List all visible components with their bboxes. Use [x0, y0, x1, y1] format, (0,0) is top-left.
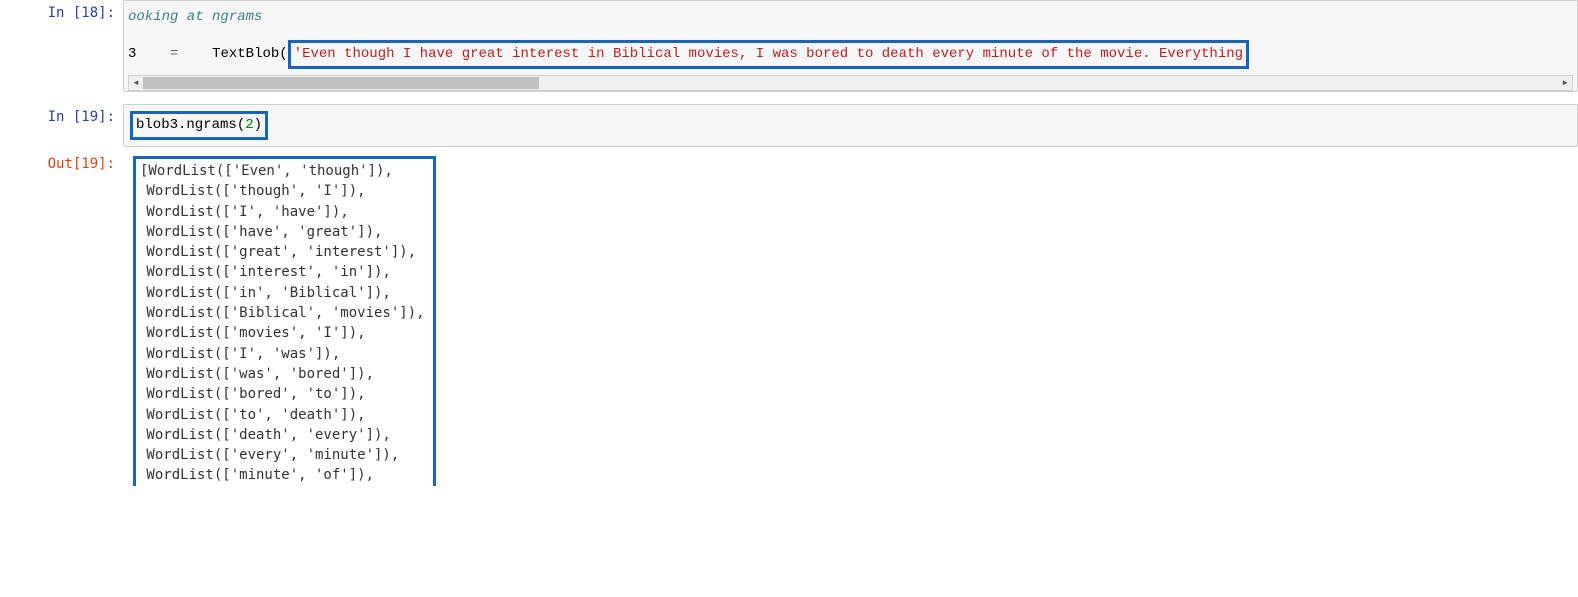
- scrollbar-right-arrow-icon[interactable]: ►: [1558, 77, 1572, 89]
- ngrams-arg: 2: [245, 117, 253, 133]
- comment-text: ooking at ngrams: [128, 9, 262, 25]
- code-cell-19: In [19]: blob3.ngrams(2): [0, 104, 1578, 147]
- output-prompt-19: Out[19]:: [0, 151, 123, 491]
- code-line-assign: 3 = TextBlob( 'Even though I have great i…: [128, 38, 1573, 71]
- ngrams-call: blob3.ngrams(: [136, 117, 245, 133]
- horizontal-scrollbar[interactable]: ◄ ►: [128, 75, 1573, 91]
- var-fragment: 3: [128, 46, 136, 62]
- scrollbar-track[interactable]: [143, 77, 1558, 89]
- string-literal: 'Even though I have great interest in Bi…: [294, 46, 1243, 62]
- ngrams-close: ): [254, 117, 262, 133]
- output-area-19: [WordList(['Even', 'though']), WordList(…: [123, 151, 1578, 491]
- input-prompt-19: In [19]:: [0, 104, 123, 147]
- code-input-area-18[interactable]: ooking at ngrams 3 = TextBlob( 'Even thou…: [123, 0, 1578, 92]
- equals-op: =: [170, 46, 178, 62]
- code-cell-18: In [18]: ooking at ngrams 3 = TextBlob( '…: [0, 0, 1578, 92]
- textblob-call: TextBlob(: [212, 46, 288, 62]
- highlight-output-block: [WordList(['Even', 'though']), WordList(…: [133, 156, 436, 486]
- highlight-string-literal: 'Even though I have great interest in Bi…: [288, 40, 1249, 69]
- code-line-comment: ooking at ngrams: [128, 5, 1573, 30]
- scrollbar-left-arrow-icon[interactable]: ◄: [129, 77, 143, 89]
- input-prompt-18: In [18]:: [0, 0, 123, 92]
- code-input-area-19[interactable]: blob3.ngrams(2): [123, 104, 1578, 147]
- code-line-ngrams: blob3.ngrams(2): [130, 109, 1571, 142]
- highlight-ngrams-call: blob3.ngrams(2): [130, 111, 268, 140]
- scrollbar-thumb[interactable]: [143, 77, 539, 89]
- output-cell-19: Out[19]: [WordList(['Even', 'though']), …: [0, 151, 1578, 491]
- output-text: [WordList(['Even', 'though']), WordList(…: [138, 163, 425, 483]
